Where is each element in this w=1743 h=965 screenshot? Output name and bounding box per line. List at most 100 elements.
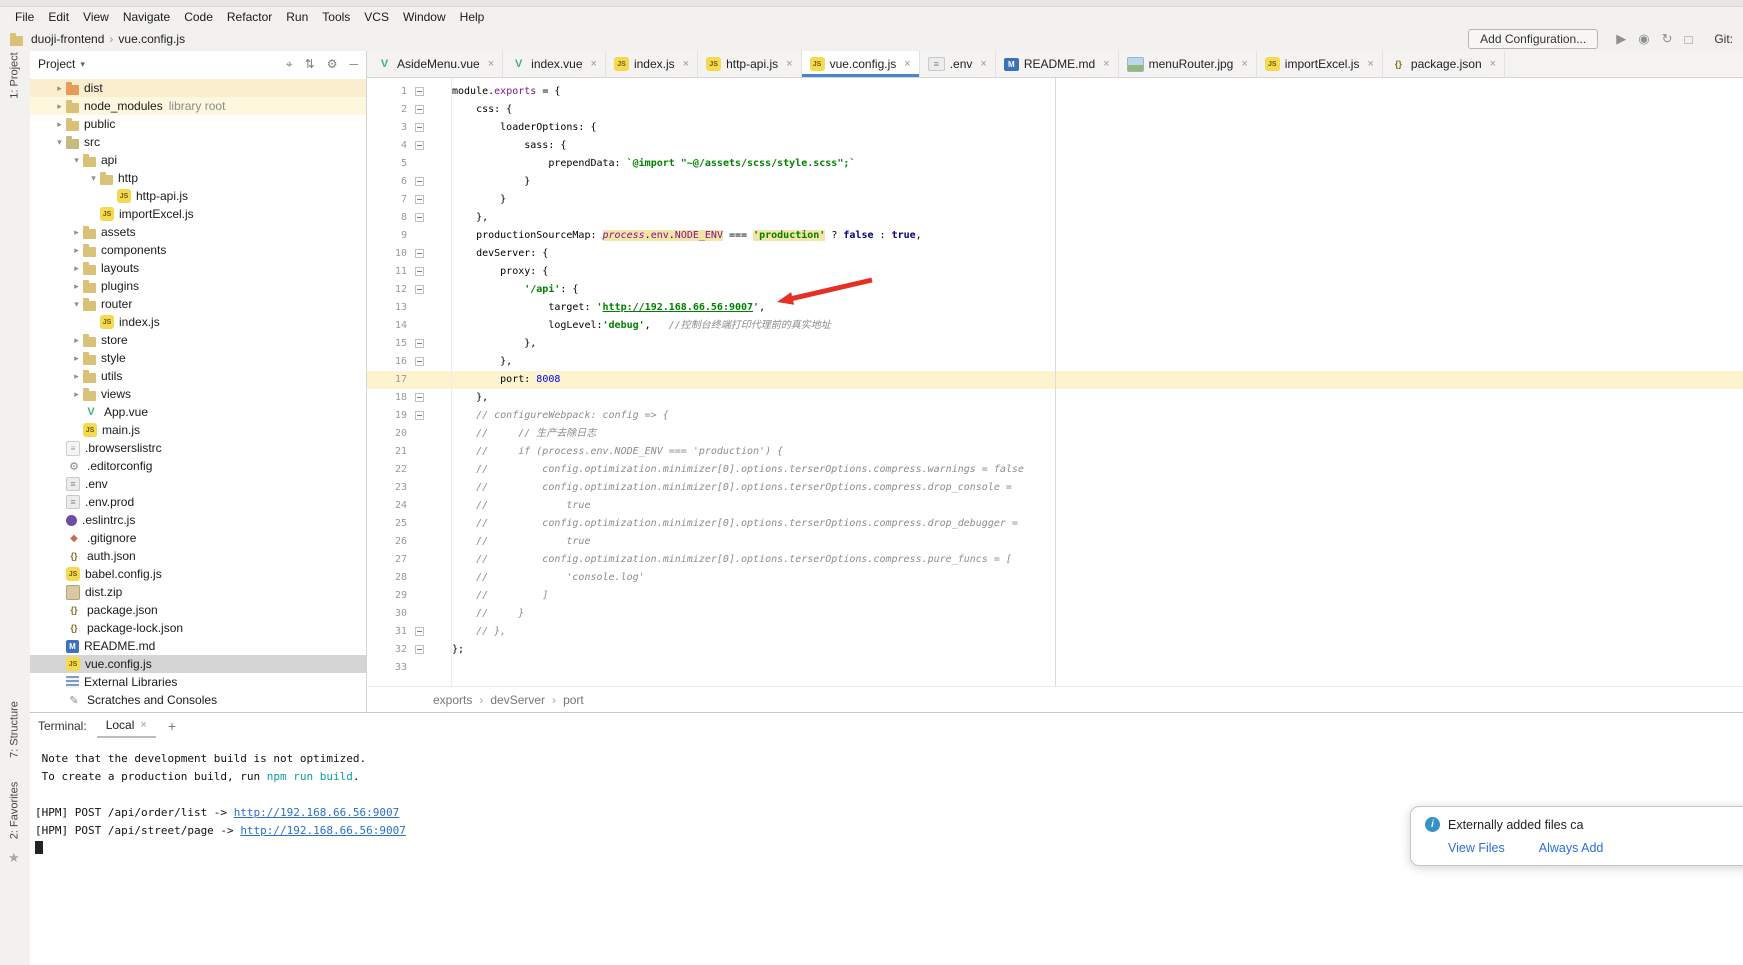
close-icon[interactable]: × — [1490, 58, 1496, 70]
code-area[interactable]: 1module.exports = {2 css: {3 loaderOptio… — [367, 78, 1743, 686]
locate-icon[interactable]: ⌖ — [286, 57, 293, 72]
fold-marker[interactable] — [413, 335, 427, 353]
chevron-icon[interactable]: ▸ — [70, 227, 83, 238]
chevron-icon[interactable]: ▸ — [70, 245, 83, 256]
tree-item-main-js[interactable]: main.js — [30, 421, 366, 439]
breadcrumb-project[interactable]: duoji-frontend — [28, 32, 107, 46]
chevron-icon[interactable]: ▸ — [70, 371, 83, 382]
tab-menurouter-jpg[interactable]: menuRouter.jpg× — [1119, 51, 1257, 77]
tree-item-babel-config-js[interactable]: babel.config.js — [30, 565, 366, 583]
tree-item-plugins[interactable]: ▸plugins — [30, 277, 366, 295]
tree-item-readme-md[interactable]: README.md — [30, 637, 366, 655]
tab-package-json[interactable]: package.json× — [1383, 51, 1505, 77]
fold-marker[interactable] — [413, 389, 427, 407]
fold-marker[interactable] — [413, 641, 427, 659]
fold-marker[interactable] — [413, 407, 427, 425]
tree-item-scratches-and-consoles[interactable]: Scratches and Consoles — [30, 691, 366, 709]
tree-item-http[interactable]: ▾http — [30, 169, 366, 187]
chevron-icon[interactable]: ▸ — [70, 263, 83, 274]
menu-window[interactable]: Window — [396, 10, 453, 24]
tree-item-router[interactable]: ▾router — [30, 295, 366, 313]
tree-item-api[interactable]: ▾api — [30, 151, 366, 169]
tree-item-dist-zip[interactable]: dist.zip — [30, 583, 366, 601]
menu-help[interactable]: Help — [453, 10, 492, 24]
tree-item-components[interactable]: ▸components — [30, 241, 366, 259]
menu-view[interactable]: View — [76, 10, 116, 24]
close-icon[interactable]: × — [683, 58, 689, 70]
fold-marker[interactable] — [413, 209, 427, 227]
chevron-icon[interactable]: ▾ — [53, 137, 66, 148]
chevron-icon[interactable]: ▸ — [53, 83, 66, 94]
view-files-link[interactable]: View Files — [1448, 841, 1505, 855]
close-icon[interactable]: × — [786, 58, 792, 70]
fold-marker[interactable] — [413, 173, 427, 191]
close-icon[interactable]: × — [488, 58, 494, 70]
chevron-icon[interactable]: ▸ — [70, 389, 83, 400]
breadcrumb-exports[interactable]: exports — [433, 693, 472, 707]
menu-vcs[interactable]: VCS — [357, 10, 396, 24]
menu-navigate[interactable]: Navigate — [116, 10, 177, 24]
tree-item-utils[interactable]: ▸utils — [30, 367, 366, 385]
close-icon[interactable]: × — [1103, 58, 1109, 70]
tree-item-auth-json[interactable]: auth.json — [30, 547, 366, 565]
always-add-link[interactable]: Always Add — [1539, 841, 1604, 855]
terminal-tab-local[interactable]: Local × — [97, 714, 156, 738]
tree-item-layouts[interactable]: ▸layouts — [30, 259, 366, 277]
tree-item-gitignore[interactable]: .gitignore — [30, 529, 366, 547]
debug-icon[interactable]: ◉ — [1638, 31, 1649, 47]
breadcrumb-port[interactable]: port — [563, 693, 584, 707]
stop-icon[interactable]: □ — [1684, 32, 1692, 47]
tab-http-api-js[interactable]: http-api.js× — [698, 51, 801, 77]
tree-item-browserslistrc[interactable]: .browserslistrc — [30, 439, 366, 457]
menu-code[interactable]: Code — [177, 10, 220, 24]
menu-file[interactable]: File — [8, 10, 41, 24]
url-link[interactable]: http://192.168.66.56:9007 — [240, 824, 406, 837]
chevron-icon[interactable]: ▸ — [70, 281, 83, 292]
tree-item-src[interactable]: ▾src — [30, 133, 366, 151]
tab-vue-config-js[interactable]: vue.config.js× — [802, 51, 920, 77]
tree-item-vue-config-js[interactable]: vue.config.js — [30, 655, 366, 673]
chevron-icon[interactable]: ▸ — [53, 119, 66, 130]
tree-item-package-lock-json[interactable]: package-lock.json — [30, 619, 366, 637]
close-icon[interactable]: × — [1367, 58, 1373, 70]
tree-item-env-prod[interactable]: .env.prod — [30, 493, 366, 511]
chevron-icon[interactable]: ▾ — [70, 155, 83, 166]
settings-icon[interactable]: ⚙ — [327, 57, 338, 72]
add-configuration-button[interactable]: Add Configuration... — [1468, 29, 1598, 49]
tree-item-views[interactable]: ▸views — [30, 385, 366, 403]
hide-panel-icon[interactable]: ─ — [349, 57, 358, 72]
new-terminal-icon[interactable]: + — [168, 718, 176, 734]
tree-item-package-json[interactable]: package.json — [30, 601, 366, 619]
chevron-icon[interactable]: ▸ — [53, 101, 66, 112]
tree-item-dist[interactable]: ▸dist — [30, 79, 366, 97]
collapse-all-icon[interactable]: ⇅ — [305, 57, 315, 72]
git-widget[interactable]: Git: — [1714, 32, 1733, 46]
tree-item-node-modules[interactable]: ▸node_moduleslibrary root — [30, 97, 366, 115]
rerun-icon[interactable]: ↻ — [1662, 31, 1673, 47]
close-icon[interactable]: × — [591, 58, 597, 70]
chevron-icon[interactable]: ▾ — [70, 299, 83, 310]
chevron-down-icon[interactable]: ▾ — [80, 59, 85, 70]
tree-item-external-libraries[interactable]: External Libraries — [30, 673, 366, 691]
menu-edit[interactable]: Edit — [41, 10, 76, 24]
tree-item-public[interactable]: ▸public — [30, 115, 366, 133]
fold-marker[interactable] — [413, 623, 427, 641]
chevron-icon[interactable]: ▾ — [87, 173, 100, 184]
close-icon[interactable]: × — [1241, 58, 1247, 70]
tree-item-index-js[interactable]: index.js — [30, 313, 366, 331]
tab-importexcel-js[interactable]: importExcel.js× — [1257, 51, 1383, 77]
close-icon[interactable]: × — [980, 58, 986, 70]
breadcrumb-devserver[interactable]: devServer — [490, 693, 545, 707]
menu-tools[interactable]: Tools — [315, 10, 357, 24]
tree-item-eslintrc-js[interactable]: .eslintrc.js — [30, 511, 366, 529]
fold-marker[interactable] — [413, 281, 427, 299]
run-icon[interactable]: ▶ — [1616, 31, 1626, 47]
tree-item-style[interactable]: ▸style — [30, 349, 366, 367]
tab-readme-md[interactable]: README.md× — [996, 51, 1119, 77]
toolwindow-favorites-button[interactable]: 2: Favorites — [9, 782, 22, 839]
fold-marker[interactable] — [413, 101, 427, 119]
tree-item-assets[interactable]: ▸assets — [30, 223, 366, 241]
url-link[interactable]: http://192.168.66.56:9007 — [603, 302, 754, 313]
tree-item-http-api-js[interactable]: http-api.js — [30, 187, 366, 205]
tree-item-importexcel-js[interactable]: importExcel.js — [30, 205, 366, 223]
